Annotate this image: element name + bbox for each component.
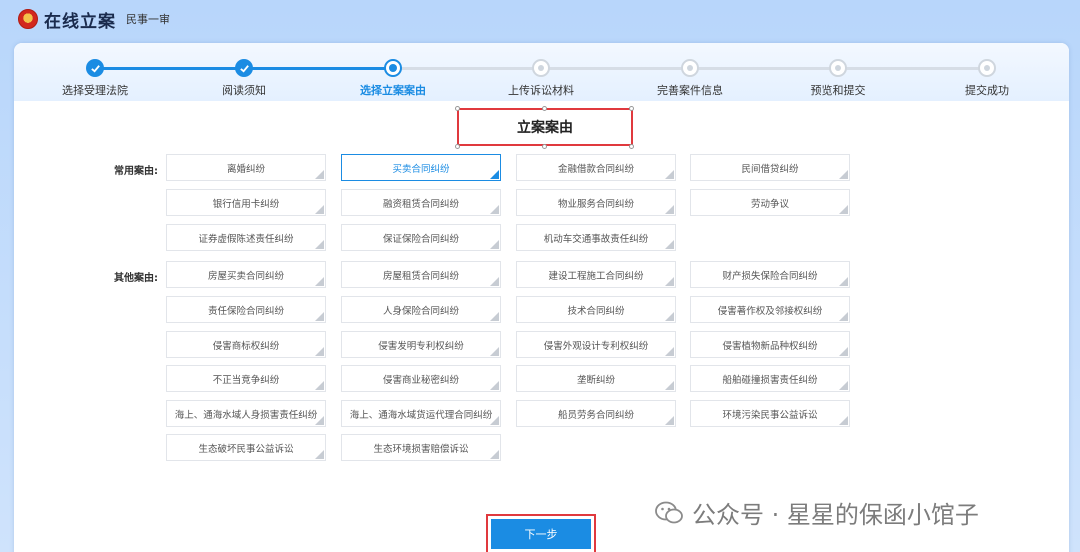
step-label: 提交成功 — [965, 84, 1009, 97]
step-submit-success: 提交成功 — [932, 59, 1042, 98]
cause-option[interactable]: 劳动争议 — [690, 189, 850, 216]
step-select-cause: 选择立案案由 — [338, 59, 448, 98]
step-label: 阅读须知 — [222, 84, 266, 97]
pending-step-icon — [681, 59, 699, 77]
cause-option[interactable]: 证券虚假陈述责任纠纷 — [166, 224, 326, 251]
cause-option[interactable]: 环境污染民事公益诉讼 — [690, 400, 850, 427]
cause-option[interactable]: 银行信用卡纠纷 — [166, 189, 326, 216]
cause-option[interactable]: 船舶碰撞损害责任纠纷 — [690, 365, 850, 392]
cause-option[interactable]: 保证保险合同纠纷 — [341, 224, 501, 251]
cause-option[interactable]: 侵害商标权纠纷 — [166, 331, 326, 358]
other-causes-label: 其他案由: — [114, 273, 158, 284]
wechat-icon — [655, 501, 683, 523]
step-label: 选择立案案由 — [360, 84, 426, 97]
watermark-text: 公众号 · 星星的保函小馆子 — [692, 501, 979, 529]
cause-option[interactable]: 机动车交通事故责任纠纷 — [516, 224, 676, 251]
step-label: 上传诉讼材料 — [508, 84, 574, 97]
step-select-court: 选择受理法院 — [40, 59, 150, 98]
cause-option[interactable]: 财产损失保险合同纠纷 — [690, 261, 850, 288]
pending-step-icon — [978, 59, 996, 77]
cause-option[interactable]: 侵害植物新品种权纠纷 — [690, 331, 850, 358]
selection-handle — [455, 144, 460, 149]
selection-handle — [455, 106, 460, 111]
cause-option[interactable]: 离婚纠纷 — [166, 154, 326, 181]
cause-option[interactable]: 侵害外观设计专利权纠纷 — [516, 331, 676, 358]
cause-option-selected[interactable]: 买卖合同纠纷 — [341, 154, 501, 181]
common-causes-label: 常用案由: — [114, 166, 158, 177]
cause-option[interactable]: 技术合同纠纷 — [516, 296, 676, 323]
watermark: 公众号 · 星星的保函小馆子 — [654, 495, 979, 530]
step-upload-materials: 上传诉讼材料 — [486, 59, 596, 98]
step-label: 预览和提交 — [810, 84, 866, 97]
cause-option[interactable]: 金融借款合同纠纷 — [516, 154, 676, 181]
cause-option[interactable]: 房屋买卖合同纠纷 — [166, 261, 326, 288]
current-step-icon — [384, 59, 402, 77]
next-button-highlight: 下一步 — [486, 514, 596, 552]
cause-option[interactable]: 生态环境损害赔偿诉讼 — [341, 434, 501, 461]
section-title: 立案案由 — [457, 108, 633, 146]
selection-handle — [542, 144, 547, 149]
top-bar: 在线立案 民事一审 — [0, 0, 1080, 38]
cause-option[interactable]: 海上、通海水域货运代理合同纠纷 — [341, 400, 501, 427]
section-title-text: 立案案由 — [517, 120, 573, 136]
check-icon — [235, 59, 253, 77]
cause-option[interactable]: 民间借贷纠纷 — [690, 154, 850, 181]
cause-option[interactable]: 人身保险合同纠纷 — [341, 296, 501, 323]
cause-option[interactable]: 建设工程施工合同纠纷 — [516, 261, 676, 288]
selection-handle — [629, 144, 634, 149]
cause-option[interactable]: 融资租赁合同纠纷 — [341, 189, 501, 216]
cause-option[interactable]: 侵害著作权及邻接权纠纷 — [690, 296, 850, 323]
step-label: 完善案件信息 — [657, 84, 723, 97]
progress-steps: 选择受理法院 阅读须知 选择立案案由 上传诉讼材料 完善案件信息 预览和提交 提… — [14, 43, 1069, 101]
cause-option[interactable]: 侵害发明专利权纠纷 — [341, 331, 501, 358]
pending-step-icon — [532, 59, 550, 77]
court-emblem-icon — [18, 9, 38, 29]
next-step-button[interactable]: 下一步 — [491, 519, 591, 549]
step-label: 选择受理法院 — [62, 84, 128, 97]
cause-option[interactable]: 海上、通海水域人身损害责任纠纷 — [166, 400, 326, 427]
selection-handle — [629, 106, 634, 111]
cause-option[interactable]: 不正当竞争纠纷 — [166, 365, 326, 392]
selection-handle — [542, 106, 547, 111]
main-panel: 选择受理法院 阅读须知 选择立案案由 上传诉讼材料 完善案件信息 预览和提交 提… — [14, 43, 1069, 552]
cause-option[interactable]: 生态破坏民事公益诉讼 — [166, 434, 326, 461]
cause-option[interactable]: 垄断纠纷 — [516, 365, 676, 392]
step-complete-info: 完善案件信息 — [635, 59, 745, 98]
cause-option[interactable]: 侵害商业秘密纠纷 — [341, 365, 501, 392]
cause-option[interactable]: 物业服务合同纠纷 — [516, 189, 676, 216]
step-read-notice: 阅读须知 — [189, 59, 299, 98]
app-subtitle: 民事一审 — [126, 13, 170, 26]
cause-option[interactable]: 船员劳务合同纠纷 — [516, 400, 676, 427]
app-title: 在线立案 — [44, 11, 116, 32]
pending-step-icon — [829, 59, 847, 77]
cause-option[interactable]: 房屋租赁合同纠纷 — [341, 261, 501, 288]
cause-option[interactable]: 责任保险合同纠纷 — [166, 296, 326, 323]
check-icon — [86, 59, 104, 77]
step-preview-submit: 预览和提交 — [783, 59, 893, 98]
